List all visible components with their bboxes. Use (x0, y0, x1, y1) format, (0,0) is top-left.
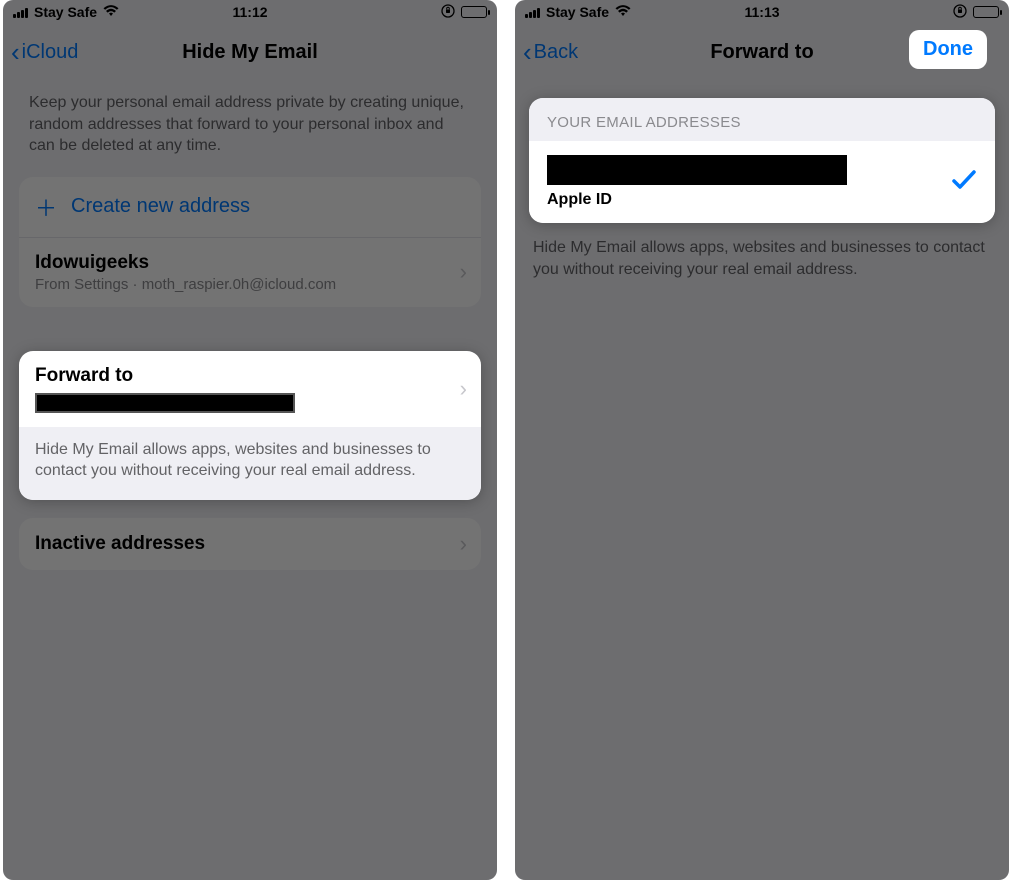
email-sublabel: Apple ID (547, 191, 951, 209)
phone-right: Stay Safe 11:13 ‹ Back Forward to Done Y… (515, 0, 1009, 880)
create-address-label: Create new address (71, 195, 250, 218)
battery-icon (973, 6, 999, 18)
inactive-addresses-row[interactable]: Inactive addresses › (19, 518, 481, 570)
chevron-right-icon: › (460, 259, 467, 285)
back-button[interactable]: ‹ Back (523, 39, 578, 65)
forward-to-title: Forward to (35, 365, 465, 387)
redacted-email (35, 393, 295, 413)
signal-icon (525, 6, 540, 18)
back-button[interactable]: ‹ iCloud (11, 39, 78, 65)
back-label: Back (534, 41, 578, 64)
inactive-label: Inactive addresses (35, 533, 205, 555)
chevron-left-icon: ‹ (11, 39, 20, 65)
address-title: Idowuigeeks (35, 252, 465, 274)
page-title: Hide My Email (182, 41, 318, 64)
back-label: iCloud (22, 41, 79, 64)
redacted-email (547, 155, 847, 185)
clock: 11:12 (232, 4, 267, 20)
intro-text: Keep your personal email address private… (19, 80, 481, 177)
addresses-card: ＋ Create new address Idowuigeeks From Se… (19, 177, 481, 307)
chevron-left-icon: ‹ (523, 39, 532, 65)
status-bar: Stay Safe 11:12 (3, 0, 497, 24)
email-address-row[interactable]: Apple ID (529, 141, 995, 223)
email-addresses-card: YOUR EMAIL ADDRESSES Apple ID (529, 98, 995, 223)
forward-to-card: Forward to › Hide My Email allows apps, … (19, 351, 481, 500)
battery-icon (461, 6, 487, 18)
forward-to-row[interactable]: Forward to › (19, 351, 481, 427)
address-item-row[interactable]: Idowuigeeks From Settings · moth_raspier… (19, 237, 481, 307)
carrier-label: Stay Safe (34, 4, 97, 20)
signal-icon (13, 6, 28, 18)
orientation-lock-icon (441, 4, 455, 21)
description-text: Hide My Email allows apps, websites and … (515, 223, 1009, 294)
chevron-right-icon: › (460, 531, 467, 557)
status-bar: Stay Safe 11:13 (515, 0, 1009, 24)
phone-left: Stay Safe 11:12 ‹ iCloud Hide My Email K… (3, 0, 497, 880)
done-button[interactable]: Done (909, 30, 987, 69)
page-title: Forward to (710, 41, 813, 64)
wifi-icon (103, 4, 119, 20)
clock: 11:13 (744, 4, 779, 20)
plus-icon: ＋ (35, 191, 57, 223)
nav-bar: ‹ iCloud Hide My Email (3, 24, 497, 80)
address-sub: From Settings · moth_raspier.0h@icloud.c… (35, 276, 465, 293)
create-address-row[interactable]: ＋ Create new address (19, 177, 481, 237)
checkmark-icon (951, 167, 977, 198)
orientation-lock-icon (953, 4, 967, 21)
carrier-label: Stay Safe (546, 4, 609, 20)
forward-to-footer: Hide My Email allows apps, websites and … (19, 427, 481, 500)
inactive-card: Inactive addresses › (19, 518, 481, 570)
wifi-icon (615, 4, 631, 20)
chevron-right-icon: › (460, 376, 467, 402)
section-header: YOUR EMAIL ADDRESSES (529, 98, 995, 141)
